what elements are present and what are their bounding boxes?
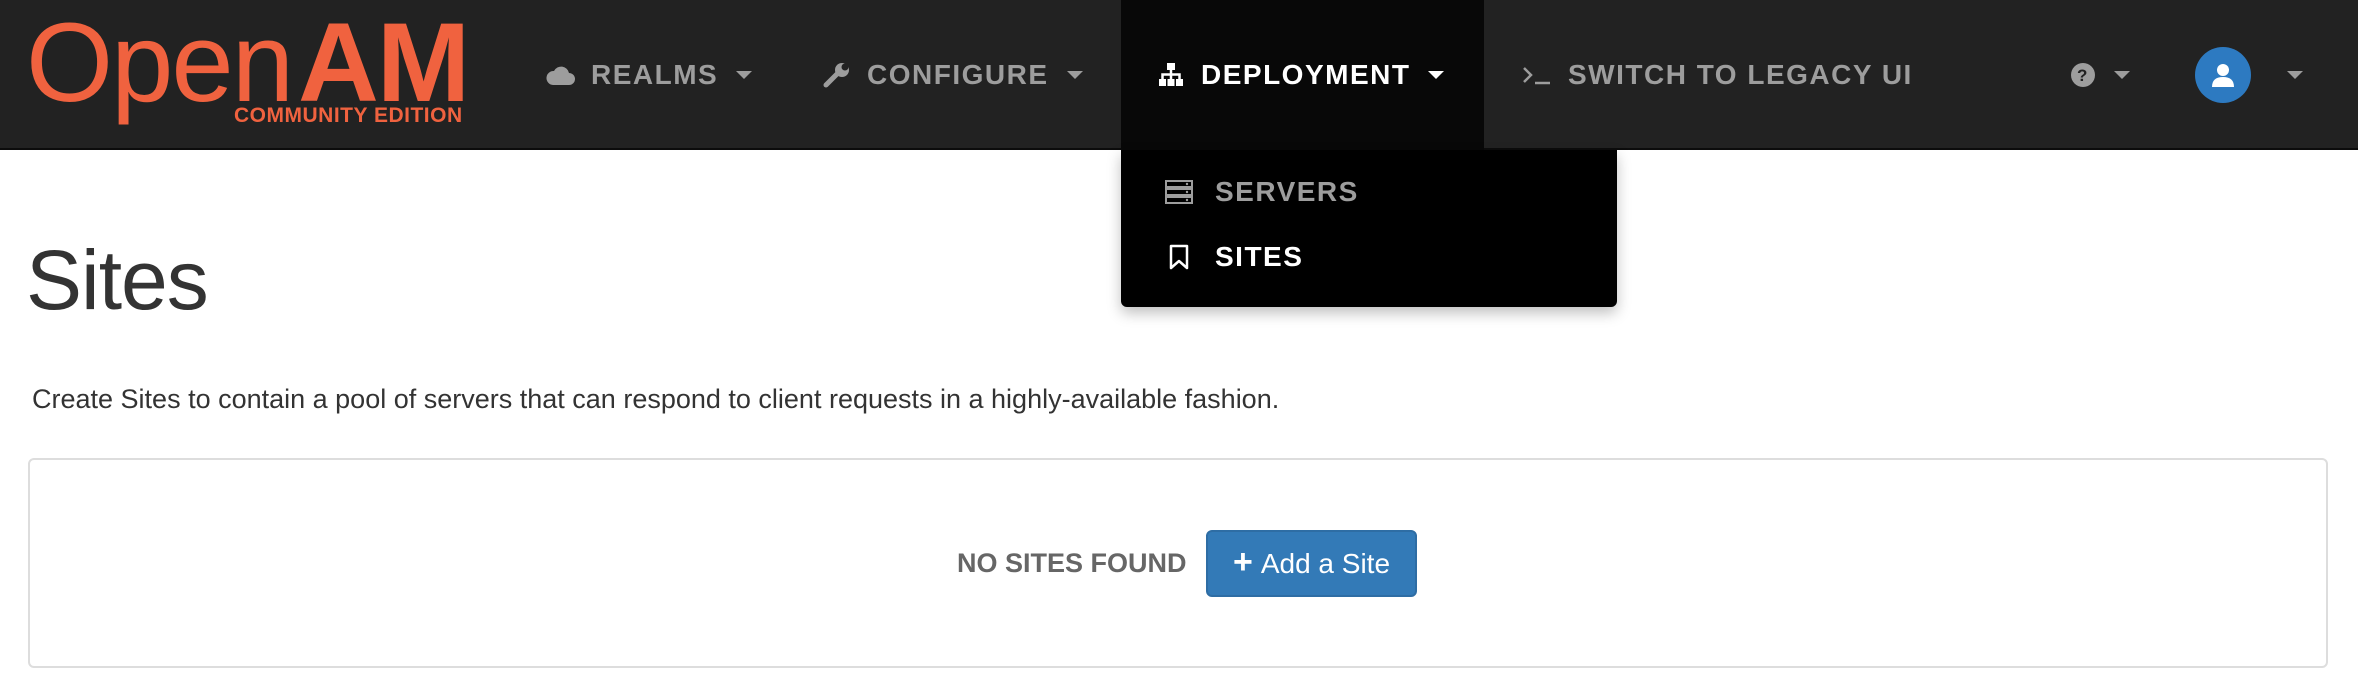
sitemap-icon	[1157, 62, 1185, 88]
cloud-icon	[545, 64, 575, 86]
svg-text:?: ?	[2077, 66, 2089, 85]
nav-realms[interactable]: REALMS	[545, 0, 753, 150]
chevron-down-icon	[2287, 71, 2303, 79]
openam-logo[interactable]: Open AM COMMUNITY EDITION	[26, 0, 486, 134]
bookmark-icon	[1165, 244, 1193, 270]
nav-deployment-label: DEPLOYMENT	[1201, 59, 1411, 90]
page-title: Sites	[26, 233, 209, 327]
add-site-button[interactable]: + Add a Site	[1206, 530, 1417, 597]
dropdown-sites-label: SITES	[1215, 241, 1304, 272]
add-site-button-label: Add a Site	[1260, 547, 1391, 579]
nav-user-menu[interactable]	[2195, 0, 2303, 150]
user-icon	[2212, 64, 2234, 87]
nav-configure[interactable]: CONFIGURE	[823, 0, 1083, 150]
dropdown-item-servers[interactable]: SERVERS	[1165, 172, 1359, 212]
dropdown-item-sites[interactable]: SITES	[1165, 237, 1303, 277]
question-circle-icon: ?	[2070, 62, 2096, 88]
nav-realms-label: REALMS	[591, 59, 719, 90]
terminal-icon	[1522, 64, 1552, 86]
empty-state-message: NO SITES FOUND	[957, 548, 1187, 578]
chevron-down-icon	[1066, 71, 1083, 79]
user-avatar	[2195, 47, 2251, 103]
plus-icon: +	[1232, 543, 1253, 581]
server-icon	[1165, 180, 1193, 204]
chevron-down-icon	[1428, 71, 1445, 79]
nav-legacy-label: SWITCH TO LEGACY UI	[1568, 59, 1913, 90]
chevron-down-icon	[736, 71, 753, 79]
wrench-icon	[823, 61, 851, 89]
nav-switch-legacy-ui[interactable]: SWITCH TO LEGACY UI	[1522, 0, 1913, 150]
dropdown-servers-label: SERVERS	[1215, 176, 1359, 207]
page-description: Create Sites to contain a pool of server…	[32, 384, 1280, 414]
nav-help[interactable]: ?	[2070, 0, 2130, 150]
nav-configure-label: CONFIGURE	[867, 59, 1049, 90]
chevron-down-icon	[2114, 71, 2130, 79]
logo-edition-label: COMMUNITY EDITION	[234, 104, 463, 127]
top-navbar: Open AM COMMUNITY EDITION REALMS CONFIGU…	[0, 0, 2358, 150]
nav-deployment[interactable]: DEPLOYMENT	[1121, 0, 1484, 150]
